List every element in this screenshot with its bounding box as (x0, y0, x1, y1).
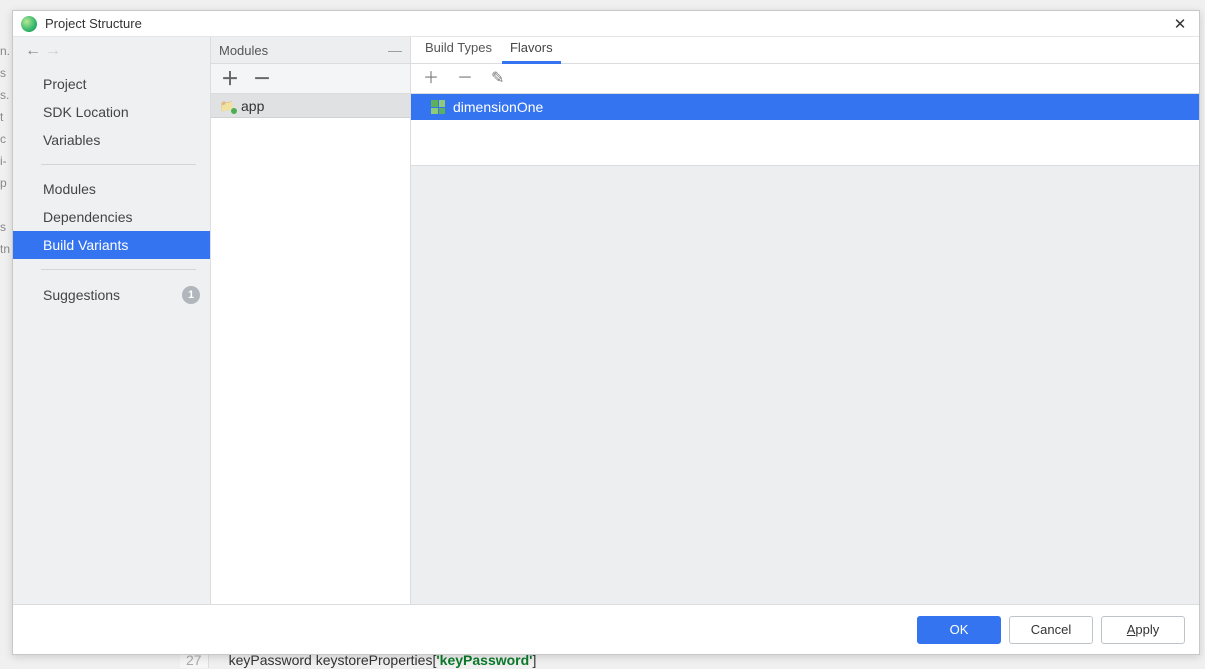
sidebar-item-suggestions[interactable]: Suggestions 1 (13, 280, 210, 310)
minimize-icon[interactable]: — (388, 42, 402, 58)
module-folder-icon (219, 99, 235, 113)
nav-arrows: ← → (13, 37, 210, 64)
tab-build-types[interactable]: Build Types (417, 35, 500, 64)
sidebar-item-sdk-location[interactable]: SDK Location (13, 98, 210, 126)
modules-header: Modules — (211, 37, 410, 64)
android-studio-icon (21, 16, 37, 32)
sidebar-item-variables[interactable]: Variables (13, 126, 210, 154)
sidebar: ← → Project SDK Location Variables Modul… (13, 37, 211, 604)
titlebar: Project Structure ✕ (13, 11, 1199, 37)
sidebar-item-modules[interactable]: Modules (13, 175, 210, 203)
modules-empty-area (211, 118, 410, 604)
flavor-toolbar: ＋ － ✎ (411, 64, 1199, 94)
dialog-title: Project Structure (45, 16, 142, 31)
tab-bar: Build Types Flavors (411, 37, 1199, 64)
sidebar-item-build-variants[interactable]: Build Variants (13, 231, 210, 259)
main-panel: Build Types Flavors ＋ － ✎ dimensionOne (411, 37, 1199, 604)
ok-button[interactable]: OK (917, 616, 1001, 644)
dialog-footer: OK Cancel Apply (13, 604, 1199, 654)
sidebar-item-dependencies[interactable]: Dependencies (13, 203, 210, 231)
flavor-list-empty (411, 120, 1199, 166)
add-flavor-icon[interactable]: ＋ (423, 71, 439, 87)
project-structure-dialog: Project Structure ✕ ← → Project SDK Loca… (12, 10, 1200, 655)
remove-module-icon[interactable]: － (253, 70, 271, 88)
sidebar-divider (41, 269, 196, 270)
add-module-icon[interactable]: ＋ (221, 70, 239, 88)
sidebar-divider (41, 164, 196, 165)
flavor-details-empty (411, 166, 1199, 604)
back-arrow-icon[interactable]: ← (25, 42, 41, 60)
edit-flavor-icon[interactable]: ✎ (491, 71, 504, 87)
flavor-row-dimensionone[interactable]: dimensionOne (411, 94, 1199, 120)
suggestions-badge: 1 (182, 286, 200, 304)
apply-button[interactable]: Apply (1101, 616, 1185, 644)
modules-column: Modules — ＋ － app (211, 37, 411, 604)
background-editor-left: n. s s. t c i- p s tn (0, 40, 12, 260)
cancel-button[interactable]: Cancel (1009, 616, 1093, 644)
remove-flavor-icon[interactable]: － (457, 71, 473, 87)
close-icon[interactable]: ✕ (1169, 13, 1191, 35)
module-entry-app[interactable]: app (211, 94, 410, 118)
modules-toolbar: ＋ － (211, 64, 410, 94)
flavor-grid-icon (431, 100, 445, 114)
sidebar-item-project[interactable]: Project (13, 70, 210, 98)
tab-flavors[interactable]: Flavors (502, 35, 561, 64)
forward-arrow-icon[interactable]: → (45, 42, 61, 60)
